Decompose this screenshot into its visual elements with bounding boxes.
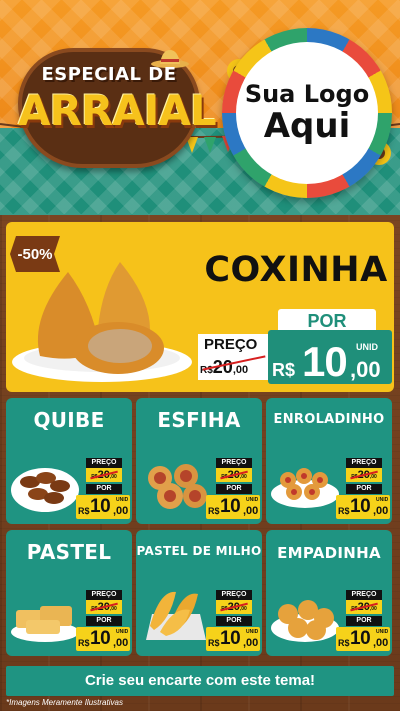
- new-price-currency: R$: [78, 638, 90, 648]
- old-price: R$20,00: [86, 600, 122, 614]
- quibe-image: [11, 468, 79, 512]
- empadinha-image: [271, 600, 339, 642]
- new-price-cents: ,00: [350, 357, 381, 382]
- new-price-cents: ,00: [113, 505, 129, 517]
- new-price-integer: 10: [302, 338, 348, 385]
- unit-label: UNID: [376, 497, 389, 503]
- preco-label: PREÇO: [216, 458, 252, 468]
- old-price: R$20,00: [346, 468, 382, 482]
- product-name: PASTEL DE MILHO: [136, 544, 262, 558]
- new-price-integer: 10: [220, 496, 241, 517]
- new-price-cents: ,00: [243, 637, 259, 649]
- badge-title-line1: ESPECIAL DE: [41, 64, 177, 85]
- new-price-currency: R$: [338, 506, 350, 516]
- new-price: R$ 10 UNID ,00: [76, 495, 130, 519]
- new-price: R$ 10 UNID ,00: [268, 330, 392, 385]
- disclaimer-text: *Imagens Meramente Ilustrativas: [6, 698, 123, 707]
- logo-text-line1: Sua Logo: [244, 80, 370, 109]
- old-price-cents: ,00: [109, 606, 117, 612]
- logo-placeholder[interactable]: Sua Logo Aqui: [236, 42, 378, 184]
- unit-label: UNID: [246, 629, 259, 635]
- old-price-cents: ,00: [239, 474, 247, 480]
- pastel-image: [11, 606, 79, 642]
- product-card[interactable]: EMPADINHA PREÇOR$20,00 POR R$10 UNID ,00: [266, 530, 392, 656]
- unit-label: UNID: [116, 497, 129, 503]
- new-price: R$ 10 UNID ,00: [336, 627, 390, 651]
- new-price-integer: 10: [220, 628, 241, 649]
- cta-banner[interactable]: Crie seu encarte com este tema!: [6, 666, 394, 696]
- esfiha-image: [148, 464, 207, 509]
- old-price-cents: ,00: [369, 474, 377, 480]
- product-card[interactable]: QUIBE PREÇOR$20,00 POR R$10 UNID ,00: [6, 398, 132, 524]
- por-label: POR: [346, 484, 382, 494]
- new-price-currency: R$: [338, 638, 350, 648]
- new-price: R$ 10 UNID ,00: [206, 627, 260, 651]
- product-name: ENROLADINHO: [273, 412, 385, 427]
- preco-label: PREÇO: [346, 458, 382, 468]
- badge-title-line2: ARRAIAL: [18, 86, 217, 135]
- old-price-cents: ,00: [232, 364, 249, 376]
- featured-product-name: COXINHA: [204, 250, 388, 290]
- por-label: POR: [346, 616, 382, 626]
- unit-label: UNID: [116, 629, 129, 635]
- product-name: QUIBE: [33, 408, 105, 432]
- old-price-cents: ,00: [109, 474, 117, 480]
- product-card[interactable]: ESFIHA PREÇOR$20,00 POR R$10 UNID ,00: [136, 398, 262, 524]
- new-price-integer: 10: [350, 628, 371, 649]
- unit-label: UNID: [356, 342, 378, 352]
- product-card[interactable]: PASTEL PREÇOR$20,00 POR R$10 UNID ,00: [6, 530, 132, 656]
- unit-label: UNID: [376, 629, 389, 635]
- old-price: R$20,00: [216, 600, 252, 614]
- preco-label: PREÇO: [204, 336, 258, 353]
- header-banner: ESPECIAL DE ARRAIAL Sua Logo Aqui: [0, 0, 400, 215]
- preco-label: PREÇO: [86, 458, 122, 468]
- enroladinho-image: [271, 468, 339, 508]
- old-price: R$20,00: [346, 600, 382, 614]
- new-price-currency: R$: [208, 506, 220, 516]
- unit-label: UNID: [246, 497, 259, 503]
- product-name: EMPADINHA: [277, 544, 381, 562]
- new-price-cents: ,00: [373, 637, 389, 649]
- new-price-cents: ,00: [243, 505, 259, 517]
- product-name: ESFIHA: [157, 408, 241, 432]
- coxinha-image: [12, 262, 192, 382]
- por-label: POR: [86, 616, 122, 626]
- new-price: R$ 10 UNID ,00: [76, 627, 130, 651]
- new-price-integer: 10: [90, 628, 111, 649]
- new-price: R$ 10 UNID ,00: [336, 495, 390, 519]
- por-label: POR: [216, 484, 252, 494]
- new-price-currency: R$: [78, 506, 90, 516]
- product-card[interactable]: ENROLADINHO PREÇOR$20,00 POR R$10 UNID ,00: [266, 398, 392, 524]
- new-price-integer: 10: [350, 496, 371, 517]
- new-price-cents: ,00: [113, 637, 129, 649]
- pastel-de-milho-image: [146, 591, 206, 640]
- logo-text-line2: Aqui: [263, 105, 351, 146]
- old-price: R$20,00: [216, 468, 252, 482]
- new-price-cents: ,00: [373, 505, 389, 517]
- new-price-currency: R$: [272, 360, 296, 380]
- preco-label: PREÇO: [346, 590, 382, 600]
- especial-de-arraial-badge: ESPECIAL DE ARRAIAL: [8, 28, 217, 178]
- por-label: POR: [86, 484, 122, 494]
- product-card[interactable]: PASTEL DE MILHO PREÇOR$20,00 POR R$10 UNID ,0…: [136, 530, 262, 656]
- product-name: PASTEL: [26, 540, 112, 564]
- preco-label: PREÇO: [86, 590, 122, 600]
- old-price: R$20,00: [86, 468, 122, 482]
- new-price-integer: 10: [90, 496, 111, 517]
- old-price-cents: ,00: [239, 606, 247, 612]
- old-price-cents: ,00: [369, 606, 377, 612]
- por-label: POR: [216, 616, 252, 626]
- new-price-currency: R$: [208, 638, 220, 648]
- preco-label: PREÇO: [216, 590, 252, 600]
- new-price: R$ 10 UNID ,00: [206, 495, 260, 519]
